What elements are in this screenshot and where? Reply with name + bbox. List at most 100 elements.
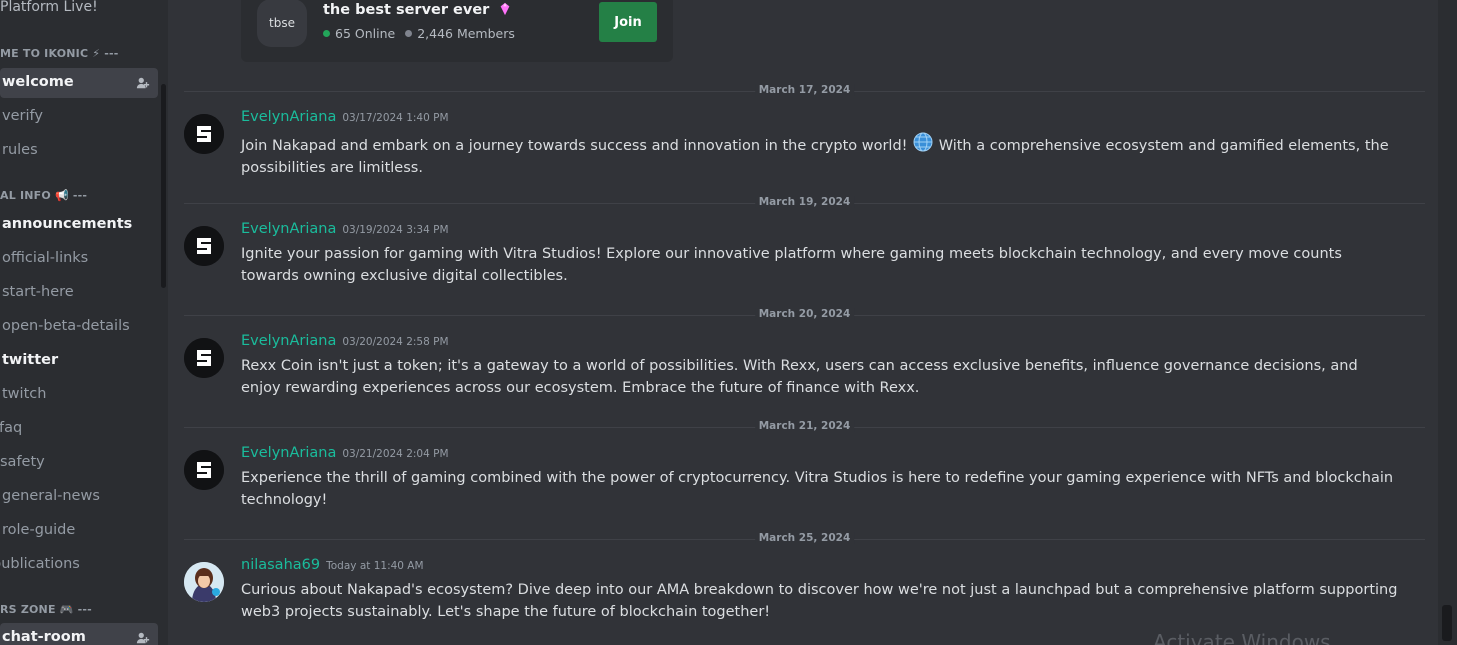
- server-stats: 65 Online 2,446 Members: [323, 26, 515, 41]
- channel-verify[interactable]: verify: [0, 102, 158, 132]
- avatar[interactable]: [184, 114, 224, 154]
- channel-safety[interactable]: safety: [0, 448, 158, 478]
- channel-start-here[interactable]: start-here: [0, 278, 158, 308]
- members-dot-icon: [405, 30, 413, 37]
- category-suffix: ---: [77, 603, 92, 616]
- channel-label: open-beta-details: [2, 318, 130, 334]
- channel-rules[interactable]: rules: [0, 136, 158, 166]
- channel-twitch[interactable]: twitch: [0, 380, 158, 410]
- author-name[interactable]: EvelynAriana: [241, 333, 336, 349]
- server-name-text: the best server ever: [323, 2, 490, 18]
- author-name[interactable]: EvelynAriana: [241, 445, 336, 461]
- message-text: Join Nakapad and embark on a journey tow…: [241, 138, 908, 154]
- channel-sidebar: Platform Live! ME TO IKONIC ⚡ --- welcom…: [0, 0, 168, 645]
- avatar[interactable]: [184, 562, 224, 602]
- boost-gem-icon: [501, 2, 510, 16]
- category-label: ME TO IKONIC: [0, 47, 89, 60]
- server-name: the best server ever: [323, 2, 512, 18]
- channel-publications[interactable]: publications: [0, 550, 158, 580]
- message-timestamp: Today at 11:40 AM: [326, 560, 424, 572]
- channel-label: rules: [2, 142, 38, 158]
- author-name[interactable]: EvelynAriana: [241, 221, 336, 237]
- channel-label: announcements: [2, 216, 133, 232]
- category-info[interactable]: AL INFO 📢 ---: [0, 189, 87, 202]
- author-name[interactable]: EvelynAriana: [241, 109, 336, 125]
- message-author-line: nilasaha69 Today at 11:40 AM: [241, 557, 424, 573]
- create-invite-icon[interactable]: [136, 631, 150, 645]
- channel-label: welcome: [2, 74, 74, 90]
- category-zone[interactable]: RS ZONE 🎮 ---: [0, 603, 92, 616]
- category-suffix: ---: [72, 189, 88, 202]
- avatar[interactable]: [184, 226, 224, 266]
- channel-chat-room[interactable]: chat-room: [0, 623, 158, 645]
- channel-label: faq: [0, 420, 23, 436]
- activate-windows-watermark: Activate Windows: [1153, 630, 1331, 645]
- chat-scrollbar-track[interactable]: [1438, 0, 1457, 645]
- channel-welcome[interactable]: welcome: [0, 68, 158, 98]
- brand-logo-icon: [184, 114, 224, 154]
- game-controller-icon: 🎮: [59, 603, 74, 616]
- date-divider: March 20, 2024: [184, 308, 1425, 320]
- join-button[interactable]: Join: [599, 2, 657, 42]
- user-photo-avatar: [184, 562, 224, 602]
- message-content: Rexx Coin isn't just a token; it's a gat…: [241, 358, 1358, 396]
- channel-label: publications: [0, 556, 80, 572]
- server-icon: tbse: [257, 0, 307, 47]
- avatar[interactable]: [184, 338, 224, 378]
- brand-logo-icon: [184, 226, 224, 266]
- message-author-line: EvelynAriana 03/21/2024 2:04 PM: [241, 445, 449, 461]
- message-author-line: EvelynAriana 03/17/2024 1:40 PM: [241, 109, 449, 125]
- date-divider: March 21, 2024: [184, 420, 1425, 432]
- megaphone-icon: 📢: [54, 189, 69, 202]
- message-timestamp: 03/19/2024 3:34 PM: [342, 224, 449, 236]
- channel-twitter[interactable]: twitter: [0, 346, 158, 376]
- message-timestamp: 03/17/2024 1:40 PM: [342, 112, 449, 124]
- channel-label: safety: [0, 454, 45, 470]
- date-divider: March 25, 2024: [184, 532, 1425, 544]
- message-author-line: EvelynAriana 03/19/2024 3:34 PM: [241, 221, 449, 237]
- online-dot-icon: [323, 30, 330, 37]
- server-invite-card: tbse the best server ever 65 Online 2,44…: [241, 0, 673, 62]
- brand-logo-icon: [184, 338, 224, 378]
- create-invite-icon[interactable]: [136, 76, 150, 90]
- date-divider-label: March 19, 2024: [754, 196, 855, 208]
- sidebar-top-text: Platform Live!: [0, 0, 98, 15]
- brand-logo-icon: [184, 450, 224, 490]
- channel-label: twitter: [2, 352, 59, 368]
- category-welcome[interactable]: ME TO IKONIC ⚡ ---: [0, 47, 119, 60]
- channel-announcements[interactable]: announcements: [0, 210, 158, 240]
- category-label: RS ZONE: [0, 603, 56, 616]
- channel-label: verify: [2, 108, 43, 124]
- author-name[interactable]: nilasaha69: [241, 557, 320, 573]
- message-content: Ignite your passion for gaming with Vitr…: [241, 246, 1342, 284]
- channel-role-guide[interactable]: role-guide: [0, 516, 158, 546]
- channel-faq[interactable]: faq: [0, 414, 158, 444]
- date-divider: March 19, 2024: [184, 196, 1425, 208]
- message-author-line: EvelynAriana 03/20/2024 2:58 PM: [241, 333, 449, 349]
- channel-label: role-guide: [2, 522, 76, 538]
- date-divider-label: March 21, 2024: [754, 420, 855, 432]
- channel-label: official-links: [2, 250, 89, 266]
- message-timestamp: 03/21/2024 2:04 PM: [342, 448, 449, 460]
- message-timestamp: 03/20/2024 2:58 PM: [342, 336, 449, 348]
- channel-label: chat-room: [2, 629, 86, 645]
- message-content: Experience the thrill of gaming combined…: [241, 470, 1394, 508]
- category-suffix: ---: [104, 47, 119, 60]
- channel-label: twitch: [2, 386, 47, 402]
- date-divider-label: March 20, 2024: [754, 308, 855, 320]
- date-divider: March 17, 2024: [184, 84, 1425, 96]
- globe-icon: [913, 132, 933, 152]
- message-content: Join Nakapad and embark on a journey tow…: [241, 131, 1401, 179]
- lightning-icon: ⚡: [92, 47, 101, 60]
- avatar[interactable]: [184, 450, 224, 490]
- channel-official-links[interactable]: official-links: [0, 244, 158, 274]
- sidebar-scrollbar[interactable]: [161, 84, 166, 288]
- channel-label: general-news: [2, 488, 100, 504]
- channel-open-beta-details[interactable]: open-beta-details: [0, 312, 158, 342]
- message-content: Curious about Nakapad's ecosystem? Dive …: [241, 582, 1398, 620]
- chat-scrollbar-thumb[interactable]: [1442, 605, 1452, 641]
- channel-general-news[interactable]: general-news: [0, 482, 158, 512]
- date-divider-label: March 17, 2024: [754, 84, 855, 96]
- chat-area: tbse the best server ever 65 Online 2,44…: [168, 0, 1438, 645]
- date-divider-label: March 25, 2024: [754, 532, 855, 544]
